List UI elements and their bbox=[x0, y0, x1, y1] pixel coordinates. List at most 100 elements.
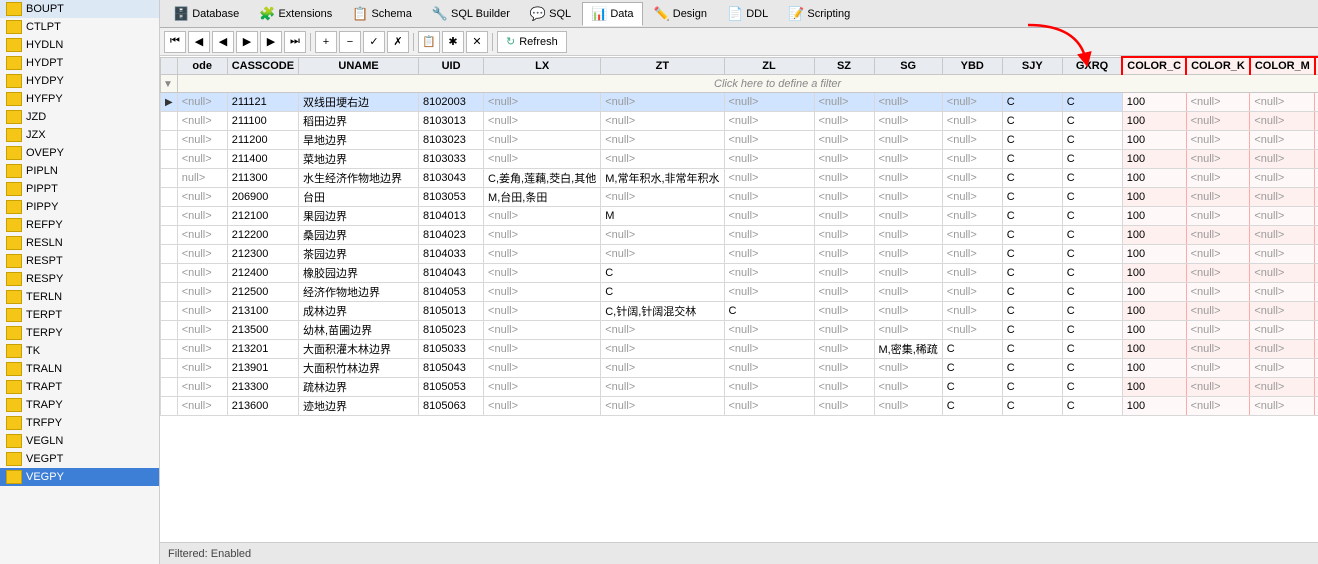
star-btn[interactable]: ✱ bbox=[442, 31, 464, 53]
copy-btn[interactable]: 📋 bbox=[418, 31, 440, 53]
sidebar-item-hyfpy[interactable]: HYFPY bbox=[0, 90, 159, 108]
sidebar-item-jzx[interactable]: JZX bbox=[0, 126, 159, 144]
sidebar-item-terpt[interactable]: TERPT bbox=[0, 306, 159, 324]
sidebar-item-hydln[interactable]: HYDLN bbox=[0, 36, 159, 54]
col-header-sjy[interactable]: SJY bbox=[1002, 57, 1062, 75]
table-row[interactable]: <null>213500幼林,苗圃边界8105023<null><null><n… bbox=[161, 321, 1318, 340]
null-value: <null> bbox=[605, 324, 635, 336]
tab-extensions[interactable]: 🧩Extensions bbox=[250, 2, 341, 26]
col-header-ybd[interactable]: YBD bbox=[942, 57, 1002, 75]
table-row[interactable]: <null>211400菜地边界8103033<null><null><null… bbox=[161, 150, 1318, 169]
cell-lx: <null> bbox=[484, 397, 601, 416]
col-header-casscode[interactable]: CASSCODE bbox=[227, 57, 298, 75]
table-row[interactable]: <null>206900台田8103053M,台田,条田<null><null>… bbox=[161, 188, 1318, 207]
cancel-btn[interactable]: ✗ bbox=[387, 31, 409, 53]
filter-hint[interactable]: Click here to define a filter bbox=[177, 75, 1318, 93]
sidebar-item-respy[interactable]: RESPY bbox=[0, 270, 159, 288]
table-row[interactable]: null>211300水生经济作物地边界8103043C,姜角,莲藕,茭白,其他… bbox=[161, 169, 1318, 188]
tab-label: Extensions bbox=[278, 8, 332, 20]
nav-next-btn[interactable]: ▶ bbox=[236, 31, 258, 53]
table-row[interactable]: <null>211200旱地边界8103023<null><null><null… bbox=[161, 131, 1318, 150]
table-row[interactable]: ▶<null>211121双线田埂右边8102003<null><null><n… bbox=[161, 93, 1318, 112]
table-row[interactable]: <null>213201大面积灌木林边界8105033<null><null><… bbox=[161, 340, 1318, 359]
folder-icon bbox=[6, 326, 22, 340]
sidebar-item-tk[interactable]: TK bbox=[0, 342, 159, 360]
sidebar-item-boupt[interactable]: BOUPT bbox=[0, 0, 159, 18]
col-header-gxrq[interactable]: GXRQ bbox=[1062, 57, 1122, 75]
null-value: <null> bbox=[819, 210, 849, 222]
table-row[interactable]: <null>212300茶园边界8104033<null><null><null… bbox=[161, 245, 1318, 264]
nav-prev2-btn[interactable]: ◀ bbox=[212, 31, 234, 53]
sidebar-item-ctlpt[interactable]: CTLPT bbox=[0, 18, 159, 36]
nav-last-btn[interactable]: ⏭ bbox=[284, 31, 306, 53]
tab-ddl[interactable]: 📄DDL bbox=[718, 2, 777, 26]
sidebar-item-trapy[interactable]: TRAPY bbox=[0, 396, 159, 414]
sidebar-item-respt[interactable]: RESPT bbox=[0, 252, 159, 270]
sidebar-item-hydpt[interactable]: HYDPT bbox=[0, 54, 159, 72]
table-row[interactable]: <null>212200桑园边界8104023<null><null><null… bbox=[161, 226, 1318, 245]
table-row[interactable]: <null>213600迹地边界8105063<null><null><null… bbox=[161, 397, 1318, 416]
sidebar-item-label: PIPPY bbox=[26, 201, 58, 213]
sidebar-item-pippy[interactable]: PIPPY bbox=[0, 198, 159, 216]
tab-label: DDL bbox=[746, 8, 768, 20]
sidebar-item-pipln[interactable]: PIPLN bbox=[0, 162, 159, 180]
sidebar-item-vegpt[interactable]: VEGPT bbox=[0, 450, 159, 468]
sidebar-item-vegpy[interactable]: VEGPY bbox=[0, 468, 159, 486]
table-row[interactable]: <null>212100果园边界8104013<null>M<null><nul… bbox=[161, 207, 1318, 226]
sidebar-item-refpy[interactable]: REFPY bbox=[0, 216, 159, 234]
table-row[interactable]: <null>213300疏林边界8105053<null><null><null… bbox=[161, 378, 1318, 397]
col-header-zl[interactable]: ZL bbox=[724, 57, 814, 75]
table-row[interactable]: <null>212400橡胶园边界8104043<null>C<null><nu… bbox=[161, 264, 1318, 283]
null-value: <null> bbox=[182, 381, 212, 393]
col-header-zt[interactable]: ZT bbox=[601, 57, 724, 75]
tab-sql-builder[interactable]: 🔧SQL Builder bbox=[423, 2, 519, 26]
table-row[interactable]: <null>213901大面积竹林边界8105043<null><null><n… bbox=[161, 359, 1318, 378]
sidebar-item-pippt[interactable]: PIPPT bbox=[0, 180, 159, 198]
null-value: <null> bbox=[1191, 286, 1221, 298]
delete-btn[interactable]: − bbox=[339, 31, 361, 53]
col-header-color_m[interactable]: COLOR_M bbox=[1250, 57, 1315, 75]
table-row[interactable]: <null>211100稻田边界8103013<null><null><null… bbox=[161, 112, 1318, 131]
col-header-color_k[interactable]: COLOR_K bbox=[1186, 57, 1250, 75]
table-row[interactable]: <null>212500经济作物地边界8104053<null>C<null><… bbox=[161, 283, 1318, 302]
col-header-uid[interactable]: UID bbox=[419, 57, 484, 75]
tab-schema[interactable]: 📋Schema bbox=[343, 2, 421, 26]
nav-first-btn[interactable]: ⏮ bbox=[164, 31, 186, 53]
null-value: <null> bbox=[605, 134, 635, 146]
col-header-ode[interactable]: ode bbox=[177, 57, 227, 75]
tab-data[interactable]: 📊Data bbox=[582, 2, 642, 26]
check-btn[interactable]: ✓ bbox=[363, 31, 385, 53]
refresh-button[interactable]: ↻ Refresh bbox=[497, 31, 567, 53]
col-header-sg[interactable]: SG bbox=[874, 57, 942, 75]
cell-zl: <null> bbox=[724, 207, 814, 226]
tab-icon-scripting: 📝 bbox=[788, 6, 804, 22]
cell-color_m: <null> bbox=[1250, 207, 1315, 226]
null-value: <null> bbox=[819, 381, 849, 393]
nav-prev-btn[interactable]: ◀ bbox=[188, 31, 210, 53]
tab-scripting[interactable]: 📝Scripting bbox=[779, 2, 859, 26]
cell-uid: 8104043 bbox=[419, 264, 484, 283]
tab-database[interactable]: 🗄️Database bbox=[164, 2, 248, 26]
sidebar-item-vegln[interactable]: VEGLN bbox=[0, 432, 159, 450]
col-header-lx[interactable]: LX bbox=[484, 57, 601, 75]
clear-btn[interactable]: ✕ bbox=[466, 31, 488, 53]
tab-icon-sql: 💬 bbox=[530, 6, 546, 22]
add-btn[interactable]: + bbox=[315, 31, 337, 53]
sidebar-item-ovepy[interactable]: OVEPY bbox=[0, 144, 159, 162]
sidebar-item-resln[interactable]: RESLN bbox=[0, 234, 159, 252]
sidebar-item-traln[interactable]: TRALN bbox=[0, 360, 159, 378]
nav-next2-btn[interactable]: ▶ bbox=[260, 31, 282, 53]
col-header-color_c[interactable]: COLOR_C bbox=[1122, 57, 1186, 75]
col-header-sz[interactable]: SZ bbox=[814, 57, 874, 75]
table-row[interactable]: <null>213100成林边界8105013<null>C,针阔,针阔混交林C… bbox=[161, 302, 1318, 321]
tab-design[interactable]: ✏️Design bbox=[645, 2, 716, 26]
sidebar-item-jzd[interactable]: JZD bbox=[0, 108, 159, 126]
sidebar-item-trfpy[interactable]: TRFPY bbox=[0, 414, 159, 432]
tab-sql[interactable]: 💬SQL bbox=[521, 2, 580, 26]
data-table-container[interactable]: odeCASSCODEUNAMEUIDLXZTZLSZSGYBDSJYGXRQC… bbox=[160, 56, 1318, 542]
sidebar-item-terln[interactable]: TERLN bbox=[0, 288, 159, 306]
sidebar-item-terpy[interactable]: TERPY bbox=[0, 324, 159, 342]
sidebar-item-hydpy[interactable]: HYDPY bbox=[0, 72, 159, 90]
sidebar-item-trapt[interactable]: TRAPT bbox=[0, 378, 159, 396]
col-header-uname[interactable]: UNAME bbox=[299, 57, 419, 75]
